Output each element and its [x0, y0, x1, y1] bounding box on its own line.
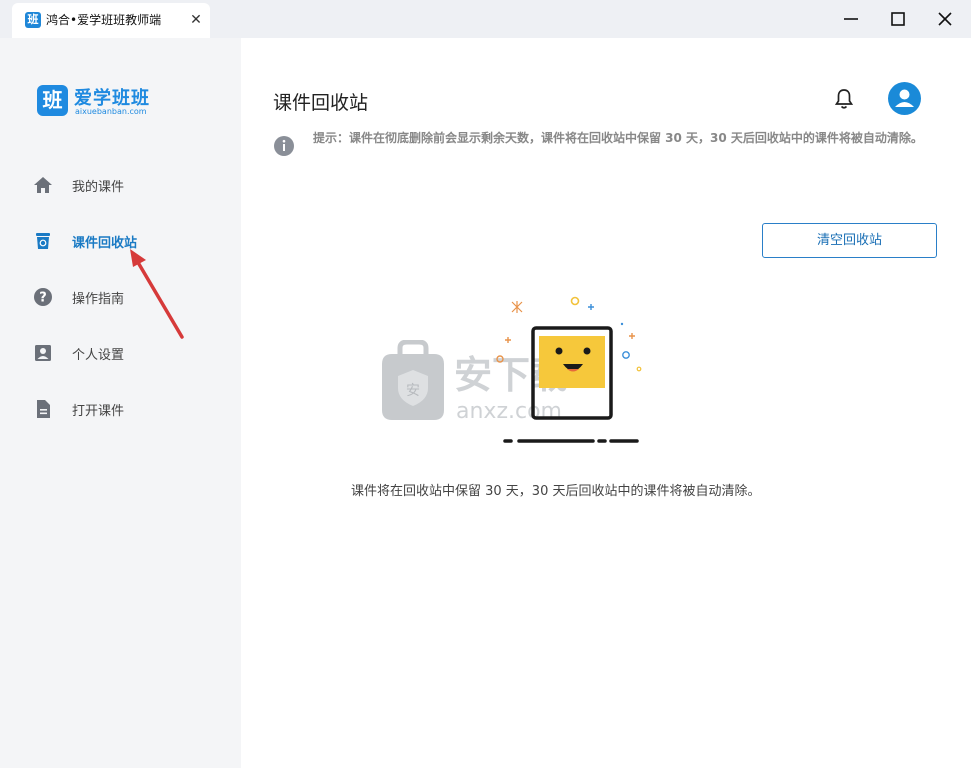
sidebar-item-label: 打开课件 [72, 404, 125, 419]
sidebar-item-settings[interactable]: 个人设置 [32, 341, 212, 365]
watermark-badge-char: 安 [406, 383, 420, 399]
info-icon [274, 136, 294, 156]
user-icon [895, 89, 914, 107]
trash-icon [36, 233, 50, 249]
user-card-icon [35, 345, 51, 361]
brand-logo-icon: 班 [37, 85, 68, 116]
document-icon [37, 400, 50, 418]
sidebar-item-label: 个人设置 [72, 348, 125, 363]
sidebar-item-my-courseware[interactable]: 我的课件 [32, 173, 212, 197]
brand-url: aixuebanban.com [75, 107, 147, 116]
svg-text:?: ? [39, 291, 47, 306]
tab-title: 鸿合•爱学班班教师端 [46, 13, 162, 27]
title-bar: 班 鸿合•爱学班班教师端 ✕ [0, 0, 971, 38]
annotation-arrow-icon [130, 249, 184, 339]
avatar[interactable] [888, 82, 921, 115]
minimize-icon[interactable] [838, 6, 864, 32]
help-icon: ? [34, 288, 52, 306]
app-logo-icon: 班 [25, 12, 41, 28]
sidebar: 班 爱学班班 aixuebanban.com 我的课件 课件回收站 ? 操作指南… [0, 38, 241, 768]
tab-close-icon[interactable]: ✕ [188, 12, 204, 28]
window-tab[interactable]: 班 鸿合•爱学班班教师端 ✕ [12, 3, 210, 38]
empty-state-message: 课件将在回收站中保留 30 天，30 天后回收站中的课件将被自动清除。 [351, 484, 761, 499]
tip-text: 提示：课件在彻底删除前会显示剩余天数，课件将在回收站中保留 30 天，30 天后… [313, 131, 923, 145]
home-icon [34, 177, 52, 193]
close-window-icon[interactable] [932, 6, 958, 32]
empty-recycle-illustration [496, 296, 642, 443]
page-title: 课件回收站 [273, 92, 369, 114]
clear-recycle-bin-button[interactable]: 清空回收站 [762, 223, 937, 258]
bell-icon[interactable] [833, 87, 855, 111]
sidebar-item-label: 我的课件 [72, 180, 125, 195]
sidebar-item-open-courseware[interactable]: 打开课件 [32, 397, 212, 421]
maximize-icon[interactable] [885, 6, 911, 32]
sidebar-item-label: 操作指南 [72, 292, 125, 307]
